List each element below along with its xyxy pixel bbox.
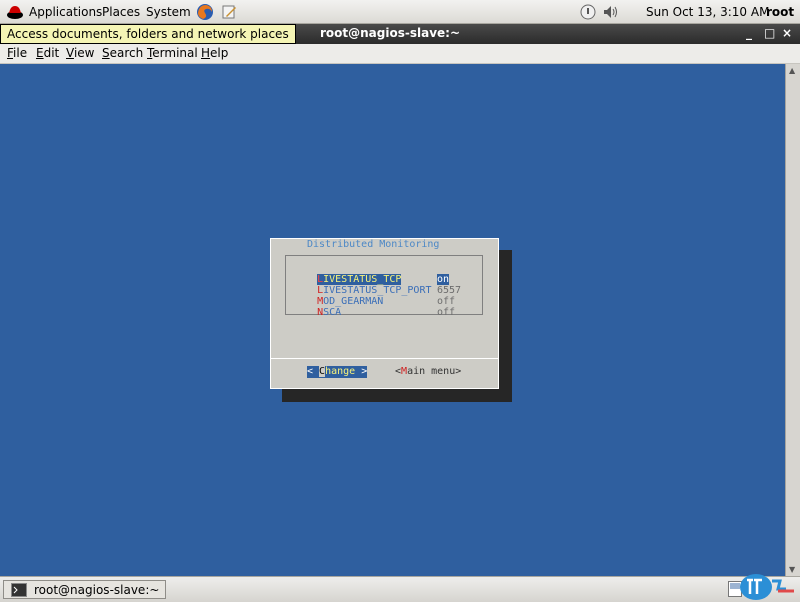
volume-icon[interactable] (602, 4, 620, 20)
places-tooltip: Access documents, folders and network pl… (0, 24, 296, 44)
button-label: ain menu (407, 366, 456, 377)
option-value: off (437, 307, 456, 318)
option-value: off (437, 296, 456, 307)
top-panel: Applications Places System Sun Oct 13, 3… (0, 0, 800, 24)
menu-help[interactable]: Help (201, 46, 228, 60)
minimize-button[interactable]: _ (746, 26, 752, 40)
update-notifier-icon[interactable] (580, 4, 596, 20)
button-bracket: > (355, 366, 368, 377)
system-menu[interactable]: System (146, 5, 191, 19)
menu-edit[interactable]: Edit (36, 46, 59, 60)
firefox-icon[interactable] (196, 3, 214, 21)
user-name[interactable]: root (766, 5, 794, 19)
terminal-scrollbar[interactable]: ▲ ▼ (785, 64, 800, 576)
menu-terminal[interactable]: Terminal (147, 46, 198, 60)
taskbar-label: root@nagios-slave:~ (34, 583, 160, 597)
distributed-monitoring-dialog: Distributed Monitoring LIVESTATUS_TCP on … (270, 238, 499, 389)
taskbar-terminal-button[interactable]: root@nagios-slave:~ (3, 580, 166, 599)
option-nsca[interactable]: NSCA off (293, 296, 455, 318)
terminal-menubar: File Edit View Search Terminal Help (0, 44, 800, 64)
menu-view[interactable]: View (66, 46, 94, 60)
window-title: root@nagios-slave:~ (320, 26, 461, 40)
scroll-up-arrow[interactable]: ▲ (789, 66, 795, 75)
places-menu[interactable]: Places (102, 5, 140, 19)
close-button[interactable]: × (782, 26, 792, 40)
button-bracket: < (307, 366, 320, 377)
maximize-button[interactable]: □ (764, 26, 775, 40)
dialog-separator (271, 358, 498, 359)
watermark-logo-icon (740, 574, 794, 600)
menu-file[interactable]: File (7, 46, 27, 60)
menu-search[interactable]: Search (102, 46, 143, 60)
option-value: on (437, 274, 450, 285)
button-bracket: > (455, 366, 462, 377)
button-label: hange (325, 366, 356, 377)
terminal-icon (11, 583, 27, 597)
option-livestatus-tcp-port[interactable]: LIVESTATUS_TCP_PORT 6557 (293, 274, 461, 296)
bottom-panel: root@nagios-slave:~ (0, 574, 800, 602)
option-livestatus-tcp[interactable]: LIVESTATUS_TCP on (293, 263, 450, 285)
option-mod-gearman[interactable]: MOD_GEARMAN off (293, 285, 455, 307)
dialog-title: Distributed Monitoring (306, 239, 441, 250)
main-menu-button[interactable]: <Main menu> (395, 366, 461, 378)
option-value: 6557 (437, 285, 462, 296)
change-button[interactable]: < Change > (307, 366, 368, 378)
applications-menu[interactable]: Applications (29, 5, 102, 19)
text-editor-icon[interactable] (220, 3, 238, 21)
clock[interactable]: Sun Oct 13, 3:10 AM (646, 5, 769, 19)
redhat-logo-icon[interactable] (6, 3, 24, 21)
option-label: SCA (323, 307, 342, 318)
